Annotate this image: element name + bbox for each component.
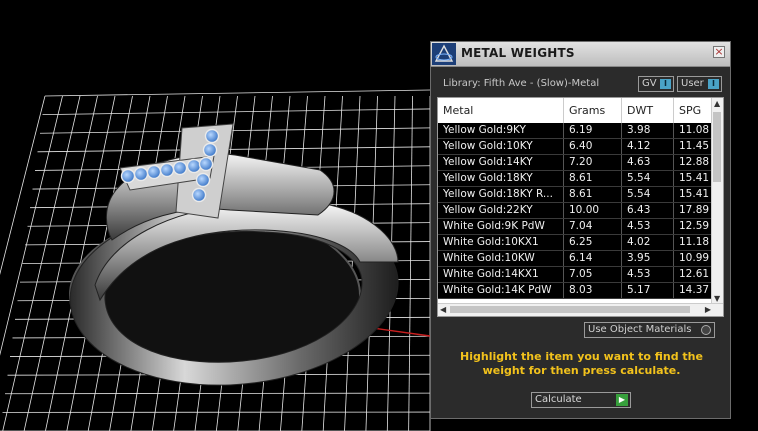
metal-cell: Yellow Gold:22KY bbox=[438, 203, 564, 218]
app-logo-icon bbox=[432, 43, 456, 65]
dwt-cell: 4.53 bbox=[622, 219, 674, 234]
gem-stone bbox=[202, 142, 218, 158]
grams-cell: 7.05 bbox=[564, 267, 622, 282]
column-header-grams[interactable]: Grams bbox=[564, 98, 622, 123]
use-object-materials-label: Use Object Materials bbox=[588, 324, 692, 335]
toggle-knob-icon: I bbox=[660, 79, 671, 89]
gem-stone bbox=[198, 156, 214, 172]
gem-stone bbox=[186, 158, 202, 174]
user-toggle[interactable]: User I bbox=[677, 76, 722, 92]
scroll-right-icon[interactable]: ▶ bbox=[705, 305, 711, 314]
user-toggle-label: User bbox=[681, 78, 704, 89]
table-body: Yellow Gold:9KY 6.19 3.98 11.08 Yellow Gold:… bbox=[438, 123, 713, 299]
gem-stone bbox=[195, 172, 211, 188]
grams-cell: 6.25 bbox=[564, 235, 622, 250]
table-header: Metal Grams DWT SPG bbox=[438, 98, 713, 123]
horizontal-scroll-thumb[interactable] bbox=[450, 306, 690, 313]
metal-cell: White Gold:14KX1 bbox=[438, 267, 564, 282]
dwt-cell: 5.17 bbox=[622, 283, 674, 298]
gem-stone bbox=[172, 160, 188, 176]
metal-cell: Yellow Gold:18KY bbox=[438, 171, 564, 186]
metal-cell: Yellow Gold:9KY bbox=[438, 123, 564, 138]
table-row[interactable]: Yellow Gold:18KY 8.61 5.54 15.41 bbox=[438, 171, 713, 187]
metal-cell: Yellow Gold:18KY R... bbox=[438, 187, 564, 202]
table-row[interactable]: White Gold:10KX1 6.25 4.02 11.18 bbox=[438, 235, 713, 251]
dwt-cell: 3.98 bbox=[622, 123, 674, 138]
gv-toggle[interactable]: GV I bbox=[638, 76, 674, 92]
grams-cell: 8.61 bbox=[564, 187, 622, 202]
dwt-cell: 4.12 bbox=[622, 139, 674, 154]
gem-stone bbox=[133, 166, 149, 182]
close-icon[interactable]: × bbox=[713, 46, 725, 58]
grams-cell: 6.14 bbox=[564, 251, 622, 266]
instruction-text: Highlight the item you want to find the … bbox=[460, 350, 703, 377]
gem-stone bbox=[146, 164, 162, 180]
gv-toggle-label: GV bbox=[642, 78, 657, 89]
gem-stone bbox=[120, 168, 136, 184]
panel-titlebar[interactable]: METAL WEIGHTS × bbox=[431, 42, 730, 67]
column-header-dwt[interactable]: DWT bbox=[622, 98, 674, 123]
dwt-cell: 4.63 bbox=[622, 155, 674, 170]
grams-cell: 6.40 bbox=[564, 139, 622, 154]
table-row[interactable]: Yellow Gold:18KY R... 8.61 5.54 15.41 bbox=[438, 187, 713, 203]
toggle-knob-icon: I bbox=[708, 79, 719, 89]
dwt-cell: 3.95 bbox=[622, 251, 674, 266]
dwt-cell: 4.53 bbox=[622, 267, 674, 282]
metal-weights-panel: METAL WEIGHTS × Library: Fifth Ave - (Sl… bbox=[430, 41, 731, 419]
metal-cell: White Gold:9K PdW bbox=[438, 219, 564, 234]
gem-stone bbox=[204, 128, 220, 144]
grams-cell: 7.20 bbox=[564, 155, 622, 170]
metal-cell: White Gold:14K PdW bbox=[438, 283, 564, 298]
dwt-cell: 5.54 bbox=[622, 171, 674, 186]
horizontal-scrollbar[interactable]: ◀ ▶ bbox=[438, 303, 723, 316]
gem-stone bbox=[159, 162, 175, 178]
table-row[interactable]: White Gold:14KX1 7.05 4.53 12.61 bbox=[438, 267, 713, 283]
metal-cell: Yellow Gold:10KY bbox=[438, 139, 564, 154]
dwt-cell: 6.43 bbox=[622, 203, 674, 218]
table-row[interactable]: Yellow Gold:9KY 6.19 3.98 11.08 bbox=[438, 123, 713, 139]
calculate-label: Calculate bbox=[535, 394, 582, 405]
table-row[interactable]: White Gold:14K PdW 8.03 5.17 14.37 bbox=[438, 283, 713, 299]
library-label: Library: Fifth Ave - (Slow)-Metal bbox=[443, 78, 600, 89]
grams-cell: 8.03 bbox=[564, 283, 622, 298]
calculate-arrow-icon: ▶ bbox=[616, 394, 628, 406]
table-row[interactable]: White Gold:10KW 6.14 3.95 10.99 bbox=[438, 251, 713, 267]
scroll-up-icon[interactable]: ▲ bbox=[714, 99, 720, 108]
dwt-cell: 5.54 bbox=[622, 187, 674, 202]
vertical-scroll-thumb[interactable] bbox=[713, 112, 721, 182]
dwt-cell: 4.02 bbox=[622, 235, 674, 250]
grams-cell: 6.19 bbox=[564, 123, 622, 138]
vertical-scrollbar[interactable]: ▲ ▼ bbox=[711, 98, 723, 304]
metal-cell: Yellow Gold:14KY bbox=[438, 155, 564, 170]
use-object-materials-toggle[interactable]: Use Object Materials bbox=[584, 322, 715, 338]
metal-weights-table[interactable]: Metal Grams DWT SPG Yellow Gold:9KY 6.19 3… bbox=[437, 97, 724, 317]
grams-cell: 10.00 bbox=[564, 203, 622, 218]
grams-cell: 8.61 bbox=[564, 171, 622, 186]
scroll-down-icon[interactable]: ▼ bbox=[714, 294, 720, 303]
metal-cell: White Gold:10KX1 bbox=[438, 235, 564, 250]
grams-cell: 7.04 bbox=[564, 219, 622, 234]
gem-stone bbox=[191, 187, 207, 203]
column-header-metal[interactable]: Metal bbox=[438, 98, 564, 123]
table-row[interactable]: Yellow Gold:14KY 7.20 4.63 12.88 bbox=[438, 155, 713, 171]
table-row[interactable]: White Gold:9K PdW 7.04 4.53 12.59 bbox=[438, 219, 713, 235]
radio-icon bbox=[701, 325, 711, 335]
table-row[interactable]: Yellow Gold:22KY 10.00 6.43 17.89 bbox=[438, 203, 713, 219]
scroll-left-icon[interactable]: ◀ bbox=[440, 305, 446, 314]
table-row[interactable]: Yellow Gold:10KY 6.40 4.12 11.45 bbox=[438, 139, 713, 155]
metal-cell: White Gold:10KW bbox=[438, 251, 564, 266]
calculate-button[interactable]: Calculate ▶ bbox=[531, 392, 631, 408]
panel-title: METAL WEIGHTS bbox=[461, 46, 575, 60]
